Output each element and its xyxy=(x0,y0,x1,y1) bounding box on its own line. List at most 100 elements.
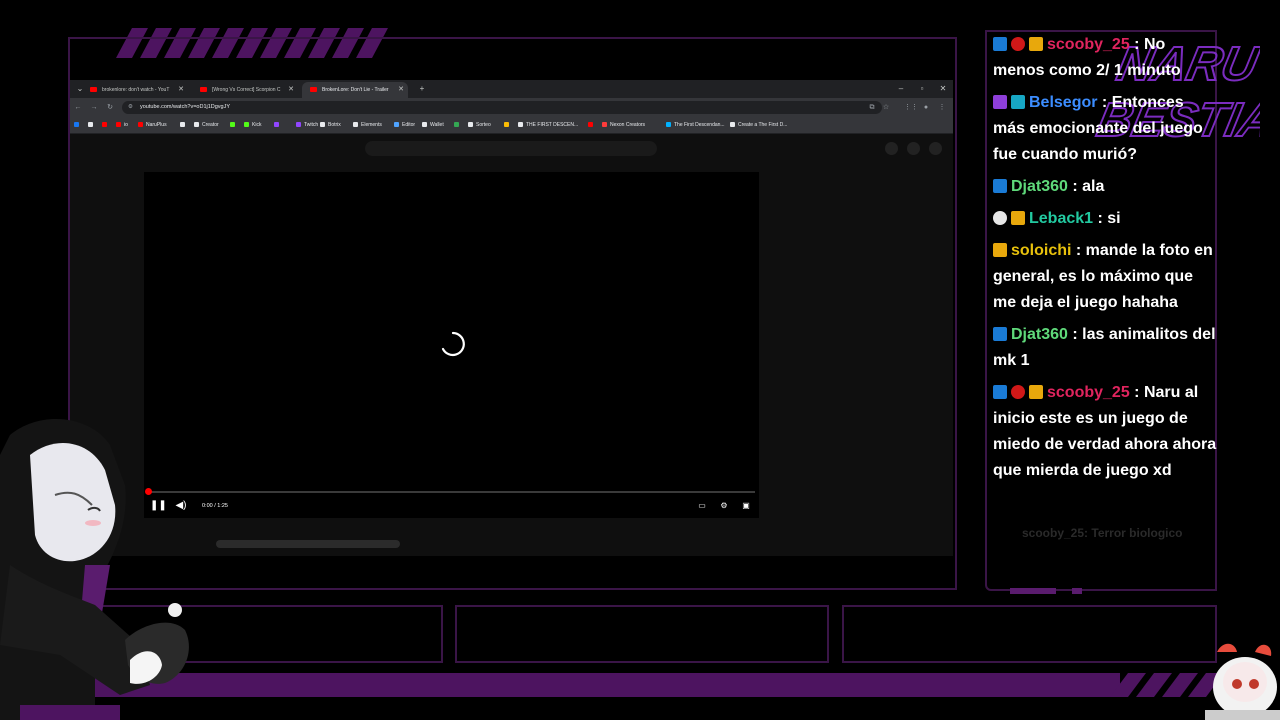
bookmark-favicon-icon xyxy=(180,122,185,128)
bookmark-item[interactable]: Create a The First D... xyxy=(730,117,787,134)
bookmark-favicon-icon xyxy=(296,122,301,128)
tab-strip: ⌄ brokenlore: don't watch - YouT ✕ [Wron… xyxy=(70,80,953,98)
bookmark-item[interactable] xyxy=(230,117,238,134)
bookmark-star-icon[interactable]: ☆ xyxy=(880,101,892,114)
chat-message: Leback1 : si xyxy=(993,206,1218,232)
bookmark-favicon-icon xyxy=(230,122,235,128)
bookmark-favicon-icon xyxy=(518,122,523,128)
install-icon[interactable]: ⧉ xyxy=(866,101,878,114)
bookmark-item[interactable] xyxy=(180,117,188,134)
chat-badge-icon xyxy=(993,37,1007,51)
video-player[interactable]: ❚❚ ◀) 0:00 / 1:25 ▭ ⚙ ▣ xyxy=(144,172,759,518)
progress-bar[interactable] xyxy=(148,491,755,493)
bookmark-favicon-icon xyxy=(504,122,509,128)
streamer-avatar xyxy=(0,418,189,720)
bookmark-favicon-icon xyxy=(244,122,249,128)
bookmark-item[interactable] xyxy=(102,117,110,134)
profile-icon[interactable]: ● xyxy=(920,101,932,114)
captions-icon[interactable]: ▭ xyxy=(695,499,709,513)
bookmark-item[interactable] xyxy=(274,117,282,134)
notifications-icon[interactable] xyxy=(907,142,920,155)
tab-scorpion[interactable]: [Wrong Vs Correct] Scorpion C ✕ xyxy=(192,82,298,98)
back-icon[interactable]: ← xyxy=(72,101,84,114)
bookmark-favicon-icon xyxy=(422,122,427,128)
chat-username[interactable]: soloichi xyxy=(1011,242,1071,259)
chat-username[interactable]: scooby_25 xyxy=(1047,384,1130,401)
bookmarks-bar: io NaruPlus Creator Kick Twitch Botrix Element… xyxy=(70,117,953,134)
bookmark-item[interactable] xyxy=(454,117,462,134)
bookmark-item[interactable]: Wallet xyxy=(422,117,444,134)
settings-gear-icon[interactable]: ⚙ xyxy=(717,499,731,513)
chat-text: : ala xyxy=(1067,178,1105,195)
tab-brokenlore-trailer[interactable]: BrokenLore: Don't Lie - Trailer ✕ xyxy=(302,82,408,98)
bookmark-favicon-icon xyxy=(468,122,473,128)
chat-message: soloichi : mande la foto en general, es … xyxy=(993,238,1218,316)
new-tab-button[interactable]: + xyxy=(412,80,432,98)
chat-username[interactable]: Leback1 xyxy=(1029,210,1093,227)
bookmark-item[interactable]: io xyxy=(116,117,128,134)
chat-badge-icon xyxy=(1011,211,1025,225)
chat-username[interactable]: Djat360 xyxy=(1011,178,1068,195)
bookmark-item[interactable] xyxy=(588,117,596,134)
close-tab-icon[interactable]: ✕ xyxy=(178,82,184,98)
chat-message: Djat360 : ala xyxy=(993,174,1218,200)
bookmark-favicon-icon xyxy=(88,122,93,128)
time-display: 0:00 / 1:25 xyxy=(202,503,228,509)
youtube-icon xyxy=(310,87,317,92)
bookmark-item[interactable]: Editor xyxy=(394,117,415,134)
loading-spinner-icon xyxy=(441,331,465,357)
forward-icon[interactable]: → xyxy=(88,101,100,114)
chat-badge-icon xyxy=(1011,95,1025,109)
bookmark-item[interactable]: NaruPlus xyxy=(138,117,167,134)
chat-message: Djat360 : las animalitos del mk 1 xyxy=(993,322,1218,374)
reload-icon[interactable]: ↻ xyxy=(104,101,116,114)
bookmark-item[interactable]: Sorteo xyxy=(468,117,491,134)
bookmark-favicon-icon xyxy=(602,122,607,128)
bookmark-item[interactable] xyxy=(504,117,512,134)
bookmark-favicon-icon xyxy=(194,122,199,128)
mascot-chibi xyxy=(1205,643,1280,720)
minimize-icon[interactable]: – xyxy=(891,80,911,98)
bookmark-favicon-icon xyxy=(588,122,593,128)
bookmark-item[interactable]: Elements xyxy=(353,117,382,134)
chat-username[interactable]: Djat360 xyxy=(1011,326,1068,343)
video-title-placeholder xyxy=(216,540,400,548)
chat-badge-icon xyxy=(993,243,1007,257)
bookmark-favicon-icon xyxy=(394,122,399,128)
youtube-search-box[interactable] xyxy=(365,141,657,156)
bookmark-item[interactable]: Nexon Creators xyxy=(602,117,645,134)
chat-username[interactable]: Belsegor xyxy=(1029,94,1097,111)
bookmark-item[interactable]: The First Descendan... xyxy=(666,117,725,134)
bookmark-item[interactable]: THE FIRST DESCEN... xyxy=(518,117,578,134)
close-tab-icon[interactable]: ✕ xyxy=(398,82,404,98)
close-tab-icon[interactable]: ✕ xyxy=(288,82,294,98)
extensions-icon[interactable]: ⋮⋮ xyxy=(904,101,918,114)
chat-message: Belsegor : Entonces más emocionante del … xyxy=(993,90,1218,168)
miniplayer-icon[interactable]: ▣ xyxy=(739,499,753,513)
youtube-icon xyxy=(90,87,97,92)
chat-badge-icon xyxy=(993,385,1007,399)
chat-message: scooby_25 : No menos como 2/ 1 minuto xyxy=(993,32,1218,84)
close-window-icon[interactable]: ✕ xyxy=(933,80,953,98)
chat-text: : si xyxy=(1093,210,1121,227)
address-bar[interactable]: ⚙ youtube.com/watch?v=oD1j1DgvgJY xyxy=(122,101,882,114)
site-info-icon[interactable]: ⚙ xyxy=(128,101,133,114)
menu-icon[interactable]: ⋮ xyxy=(936,101,948,114)
chat-username[interactable]: scooby_25 xyxy=(1047,36,1130,53)
bottom-panel-center xyxy=(455,605,829,663)
bookmark-favicon-icon xyxy=(353,122,358,128)
bookmark-item[interactable]: Botrix xyxy=(320,117,341,134)
create-icon[interactable] xyxy=(885,142,898,155)
bookmark-favicon-icon xyxy=(454,122,459,128)
bookmark-favicon-icon xyxy=(102,122,107,128)
bookmark-item[interactable]: Twitch xyxy=(296,117,318,134)
bookmark-item[interactable]: Creator xyxy=(194,117,219,134)
maximize-icon[interactable]: ▫ xyxy=(912,80,932,98)
bookmark-item[interactable] xyxy=(88,117,96,134)
tab-brokenlore-search[interactable]: brokenlore: don't watch - YouT ✕ xyxy=(82,82,188,98)
bookmark-item[interactable] xyxy=(74,117,82,134)
chat-badge-icon xyxy=(1029,385,1043,399)
account-avatar[interactable] xyxy=(929,142,942,155)
chat-badge-icon xyxy=(993,179,1007,193)
bookmark-item[interactable]: Kick xyxy=(244,117,261,134)
